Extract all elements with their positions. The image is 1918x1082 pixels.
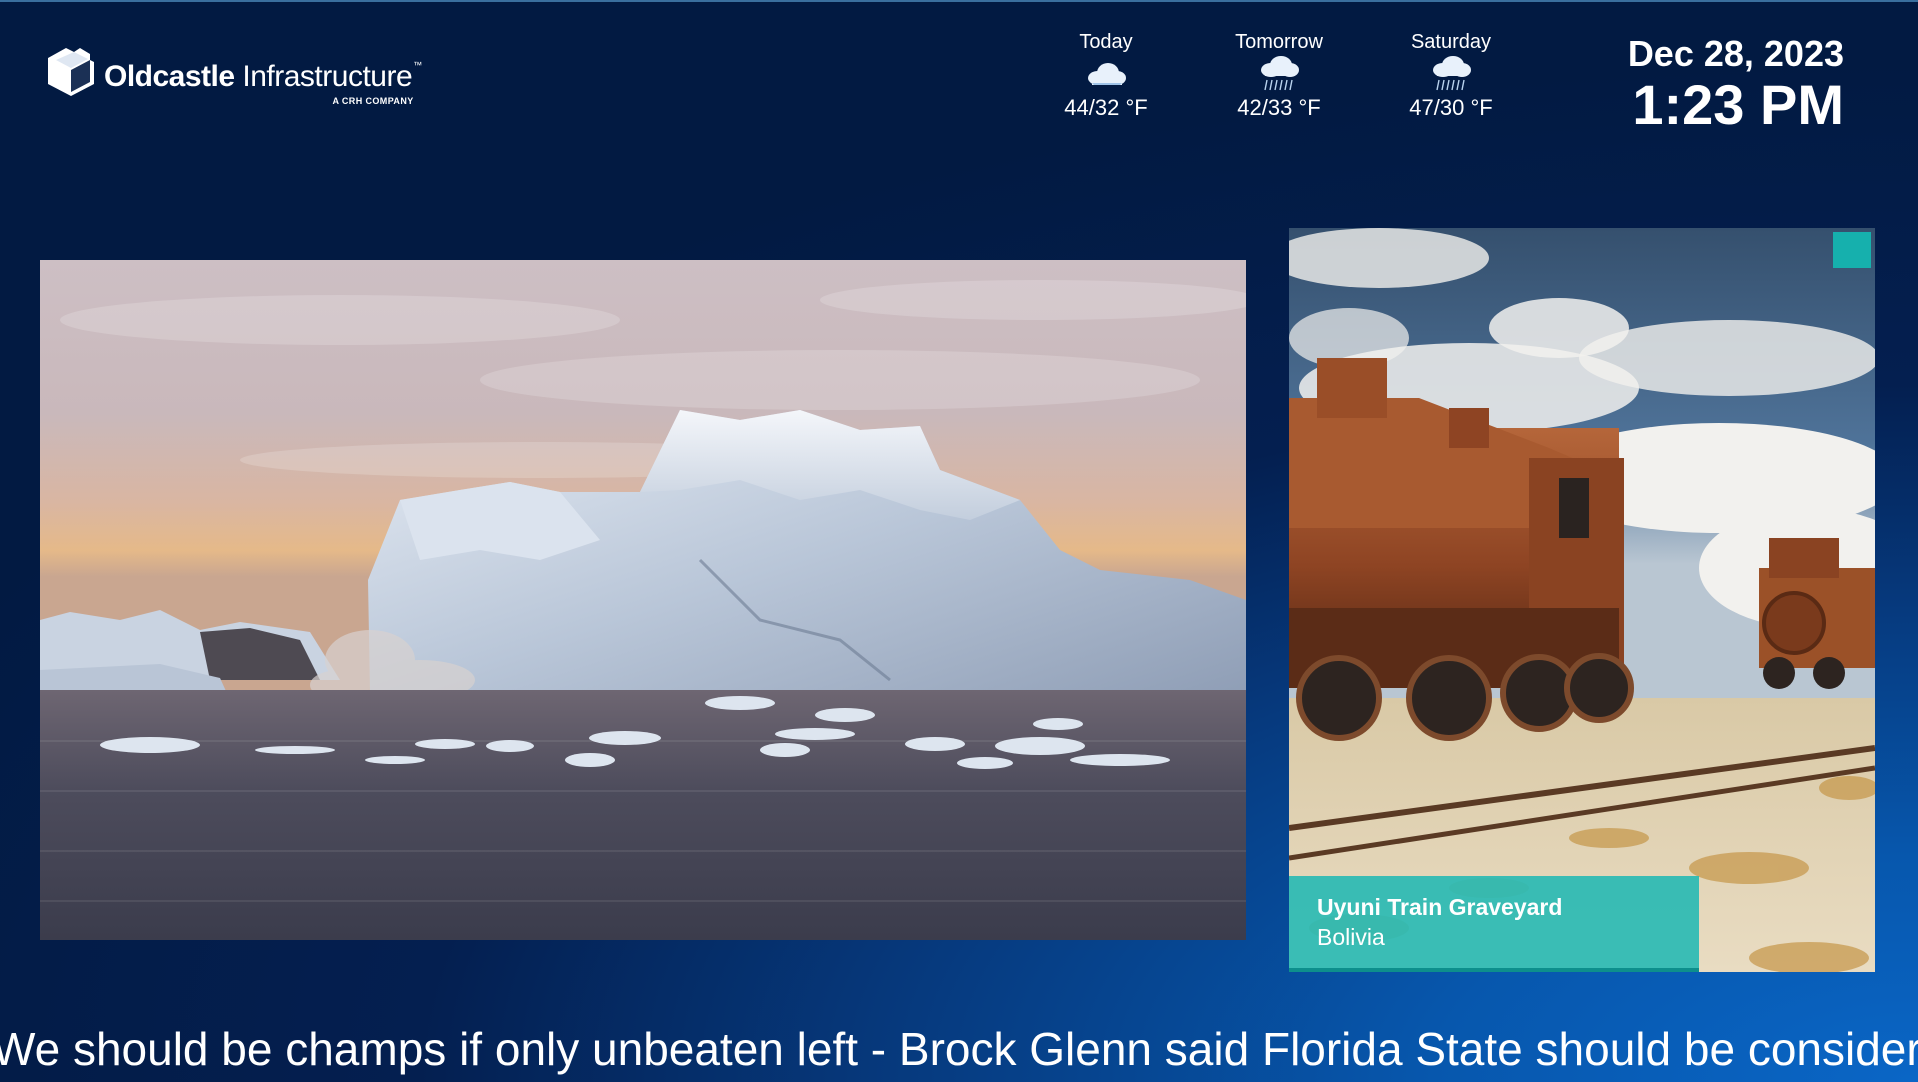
weather-today: Today 44/32 °F bbox=[1041, 30, 1171, 122]
cloud-icon bbox=[1088, 63, 1126, 85]
iceberg-photo bbox=[40, 260, 1246, 940]
side-card: Uyuni Train Graveyard Bolivia bbox=[1289, 228, 1875, 972]
weather-day-label: Tomorrow bbox=[1235, 31, 1323, 53]
brand-name: Oldcastle Infrastructure™ bbox=[104, 60, 422, 93]
ticker-text: We should be champs if only unbeaten lef… bbox=[0, 1023, 1918, 1075]
caption-title: Uyuni Train Graveyard bbox=[1317, 894, 1563, 920]
train-graveyard-photo bbox=[1289, 228, 1875, 972]
weather-saturday: Saturday 47/30 °F bbox=[1386, 30, 1516, 122]
clock: Dec 28, 2023 1:23 PM bbox=[1628, 34, 1844, 136]
company-logo: Oldcastle Infrastructure™ A CRH COMPANY bbox=[44, 46, 422, 110]
news-ticker: We should be champs if only unbeaten lef… bbox=[0, 1018, 1918, 1080]
rain-cloud-icon bbox=[1261, 56, 1299, 91]
brand-tagline: A CRH COMPANY bbox=[332, 96, 414, 106]
rain-cloud-icon bbox=[1433, 56, 1471, 91]
clock-time: 1:23 PM bbox=[1632, 73, 1844, 136]
weather-temp: 47/30 °F bbox=[1409, 95, 1493, 120]
oldcastle-cube-logo-icon bbox=[48, 48, 94, 96]
weather-tomorrow: Tomorrow 42/33 °F bbox=[1214, 30, 1344, 122]
weather-temp: 44/32 °F bbox=[1064, 95, 1148, 120]
signage-screen: Oldcastle Infrastructure™ A CRH COMPANY … bbox=[0, 0, 1918, 1082]
weather-temp: 42/33 °F bbox=[1237, 95, 1321, 120]
caption-subtitle: Bolivia bbox=[1317, 924, 1385, 950]
photo-caption: Uyuni Train Graveyard Bolivia bbox=[1289, 876, 1699, 972]
weather-day-label: Saturday bbox=[1410, 31, 1492, 53]
clock-date: Dec 28, 2023 bbox=[1627, 33, 1844, 74]
weather-day-label: Today bbox=[1079, 31, 1133, 53]
side-card-badge bbox=[1833, 232, 1871, 268]
